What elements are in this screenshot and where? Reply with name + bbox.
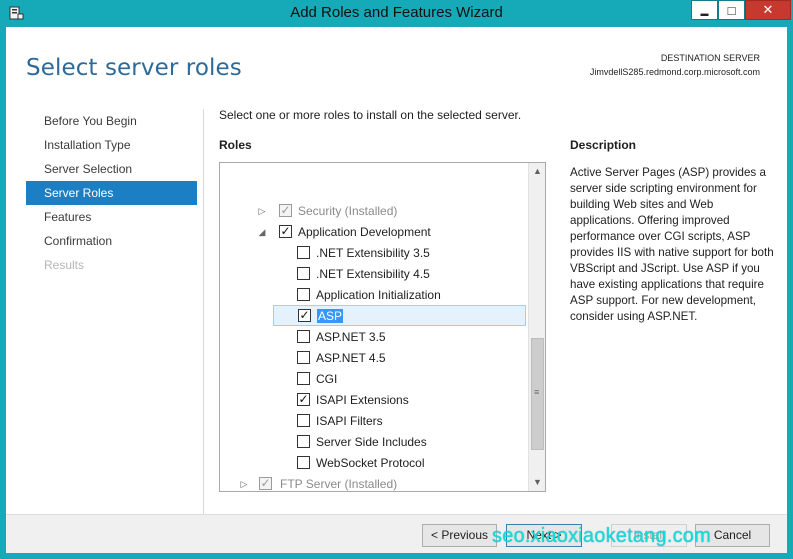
minimize-button[interactable]: ▬ xyxy=(691,0,718,20)
nav-item-results: Results xyxy=(44,258,85,272)
nav-item-confirmation[interactable]: Confirmation xyxy=(26,229,197,253)
page-title: Select server roles xyxy=(26,55,242,81)
role-row[interactable]: CGI xyxy=(220,369,526,390)
role-checkbox: ✓ xyxy=(259,476,272,490)
role-checkbox: ✓ xyxy=(279,203,292,217)
nav-item-server-roles[interactable]: Server Roles xyxy=(26,181,197,205)
scroll-up-icon[interactable]: ▲ xyxy=(529,163,545,180)
role-checkbox[interactable] xyxy=(297,288,310,301)
collapsed-arrow-icon[interactable]: ▷ xyxy=(257,206,267,216)
role-label: CGI xyxy=(316,372,338,386)
roles-heading: Roles xyxy=(219,138,252,152)
role-checkbox[interactable] xyxy=(297,414,310,427)
role-label: ISAPI Extensions xyxy=(316,393,409,407)
title-bar[interactable]: Add Roles and Features Wizard ▬ □ ✕ xyxy=(0,0,793,27)
role-row[interactable]: ▷ ✓ FTP Server (Installed) xyxy=(220,474,526,491)
role-checkbox[interactable] xyxy=(297,351,310,364)
scroll-down-icon[interactable]: ▼ xyxy=(529,474,545,491)
collapsed-arrow-icon[interactable]: ▷ xyxy=(239,479,249,489)
role-row[interactable]: ✓ ISAPI Extensions xyxy=(220,390,526,411)
role-checkbox[interactable]: ✓ xyxy=(297,393,310,406)
instruction-text: Select one or more roles to install on t… xyxy=(219,108,522,122)
maximize-icon: □ xyxy=(727,2,736,18)
maximize-button[interactable]: □ xyxy=(718,0,745,20)
destination-server-name: JimvdellS285.redmond.corp.microsoft.com xyxy=(589,67,760,77)
role-checkbox[interactable] xyxy=(297,330,310,343)
close-button[interactable]: ✕ xyxy=(745,0,791,20)
role-label: ASP.NET 4.5 xyxy=(316,351,386,365)
role-row[interactable]: ▷ ✓ Security (Installed) xyxy=(220,201,526,222)
role-checkbox[interactable] xyxy=(297,456,310,469)
nav-item-installation-type[interactable]: Installation Type xyxy=(26,133,197,157)
nav-item-before-you-begin[interactable]: Before You Begin xyxy=(26,109,197,133)
role-label: FTP Server (Installed) xyxy=(280,477,398,491)
role-label: Security (Installed) xyxy=(298,204,398,218)
role-checkbox[interactable] xyxy=(297,246,310,259)
role-label: Application Initialization xyxy=(316,288,441,302)
role-label: Server Side Includes xyxy=(316,435,427,449)
role-label: ASP.NET 3.5 xyxy=(316,330,386,344)
wizard-steps-nav: Before You Begin Installation Type Serve… xyxy=(26,109,197,277)
nav-item-features[interactable]: Features xyxy=(26,205,197,229)
role-row[interactable]: ASP.NET 3.5 xyxy=(220,327,526,348)
previous-button[interactable]: < Previous xyxy=(422,524,497,547)
nav-divider xyxy=(203,109,204,514)
scroll-grip-icon: ≡ xyxy=(534,387,540,397)
destination-server-label: DESTINATION SERVER xyxy=(660,53,760,63)
roles-scrollbar[interactable]: ▲ ≡ ▼ xyxy=(528,163,545,491)
role-label: ISAPI Filters xyxy=(316,414,383,428)
description-text: Active Server Pages (ASP) provides a ser… xyxy=(570,166,774,323)
role-checkbox[interactable] xyxy=(297,435,310,448)
role-row[interactable]: ◢ ✓ Application Development xyxy=(220,222,526,243)
role-label: .NET Extensibility 3.5 xyxy=(316,246,430,260)
close-icon: ✕ xyxy=(762,2,774,17)
role-label: .NET Extensibility 4.5 xyxy=(316,267,430,281)
role-row[interactable]: ASP.NET 4.5 xyxy=(220,348,526,369)
role-row[interactable]: .NET Extensibility 4.5 xyxy=(220,264,526,285)
window-title: Add Roles and Features Wizard xyxy=(290,4,503,21)
role-row[interactable]: ISAPI Filters xyxy=(220,411,526,432)
roles-tree[interactable]: ▷ ✓ Security (Installed) ◢ ✓ Application Deve… xyxy=(219,162,546,492)
role-checkbox[interactable] xyxy=(297,267,310,280)
role-row[interactable]: .NET Extensibility 3.5 xyxy=(220,243,526,264)
role-checkbox[interactable]: ✓ xyxy=(279,225,292,238)
role-checkbox[interactable] xyxy=(297,372,310,385)
role-row[interactable]: ✓ ASP xyxy=(273,305,526,326)
role-label: Application Development xyxy=(298,225,431,239)
role-checkbox[interactable]: ✓ xyxy=(298,309,311,322)
role-row[interactable]: Server Side Includes xyxy=(220,432,526,453)
description-heading: Description xyxy=(570,138,637,152)
expanded-arrow-icon[interactable]: ◢ xyxy=(257,227,267,237)
minimize-icon: ▬ xyxy=(700,8,709,18)
scroll-thumb[interactable]: ≡ xyxy=(531,338,544,450)
role-label: ASP xyxy=(317,309,344,323)
watermark-text: seo.xiaoxiaoketang.com xyxy=(492,525,711,547)
role-row[interactable]: WebSocket Protocol xyxy=(220,453,526,474)
role-label: WebSocket Protocol xyxy=(316,456,425,470)
wizard-window: Add Roles and Features Wizard ▬ □ ✕ Sele… xyxy=(0,0,793,559)
nav-item-server-selection[interactable]: Server Selection xyxy=(26,157,197,181)
role-row[interactable]: Application Initialization xyxy=(220,285,526,306)
wizard-content: Select server roles DESTINATION SERVER J… xyxy=(6,27,787,553)
